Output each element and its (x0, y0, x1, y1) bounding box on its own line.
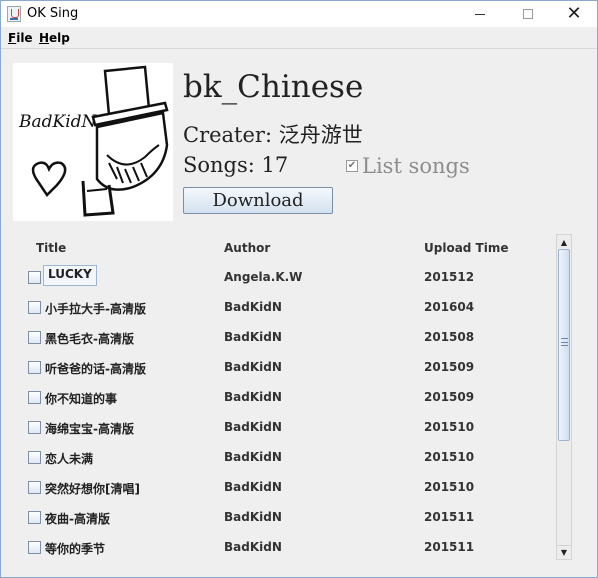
table-row[interactable]: 恋人未满 BadKidN 201510 (13, 443, 553, 473)
song-author: BadKidN (224, 450, 282, 464)
vertical-scrollbar[interactable]: ▲ ▼ (556, 234, 572, 560)
table-row[interactable]: 你不知道的事 BadKidN 201509 (13, 383, 553, 413)
song-author: BadKidN (224, 510, 282, 524)
song-title: 听爸爸的话-高清版 (45, 362, 146, 376)
song-title: 恋人未满 (45, 452, 94, 466)
table-row[interactable]: 海绵宝宝-高清版 BadKidN 201510 (13, 413, 553, 443)
title-bar[interactable]: OK Sing ✕ (1, 1, 597, 27)
table-row[interactable]: LUCKY Angela.K.W 201512 (13, 263, 553, 293)
scrollbar-thumb[interactable] (558, 249, 570, 441)
row-checkbox[interactable] (28, 511, 41, 524)
table-row[interactable]: 小手拉大手-高清版 BadKidN 201604 (13, 293, 553, 323)
song-upload-time: 201510 (424, 450, 475, 464)
column-header-upload-time[interactable]: Upload Time (424, 241, 509, 255)
row-checkbox[interactable] (28, 271, 41, 284)
song-upload-time: 201509 (424, 360, 475, 374)
menu-help-mnemonic: H (39, 31, 50, 45)
song-upload-time: 201508 (424, 330, 475, 344)
table-row[interactable]: 突然好想你[清唱] BadKidN 201510 (13, 473, 553, 503)
scroll-down-arrow-icon[interactable]: ▼ (557, 545, 571, 559)
song-title: LUCKY (43, 265, 97, 286)
scrollbar-grip-icon (561, 338, 568, 346)
row-checkbox[interactable] (28, 361, 41, 374)
list-songs-label: List songs (362, 154, 470, 178)
menu-bar: File Help (1, 27, 597, 49)
song-author: BadKidN (224, 390, 282, 404)
song-author: BadKidN (224, 420, 282, 434)
song-title: 你不知道的事 (45, 392, 118, 406)
playlist-song-count: Songs: 17 (183, 153, 289, 177)
table-row[interactable]: 夜曲-高清版 BadKidN 201511 (13, 503, 553, 533)
playlist-name: bk_Chinese (183, 69, 364, 105)
column-header-author[interactable]: Author (224, 241, 270, 255)
table-row[interactable]: 听爸爸的话-高清版 BadKidN 201509 (13, 353, 553, 383)
close-icon: ✕ (566, 3, 582, 24)
song-author: BadKidN (224, 360, 282, 374)
song-author: Angela.K.W (224, 270, 303, 284)
menu-file-mnemonic: F (8, 31, 17, 45)
song-upload-time: 201509 (424, 390, 475, 404)
song-title: 突然好想你[清唱] (45, 482, 140, 496)
song-upload-time: 201511 (424, 510, 475, 524)
song-upload-time: 201512 (424, 270, 475, 284)
song-author: BadKidN (224, 480, 282, 494)
close-button[interactable]: ✕ (551, 1, 597, 27)
minimize-icon (475, 13, 485, 15)
playlist-cover-image: BadKidN (13, 63, 173, 221)
song-upload-time: 201510 (424, 480, 475, 494)
song-upload-time: 201510 (424, 420, 475, 434)
song-author: BadKidN (224, 300, 282, 314)
row-checkbox[interactable] (28, 541, 41, 554)
song-title: 小手拉大手-高清版 (45, 302, 146, 316)
playlist-creator: Creater: 泛舟游世 (183, 123, 363, 147)
minimize-button[interactable] (457, 1, 503, 27)
table-row[interactable]: 黑色毛衣-高清版 BadKidN 201508 (13, 323, 553, 353)
row-checkbox[interactable] (28, 421, 41, 434)
song-author: BadKidN (224, 540, 282, 554)
song-table: Title Author Upload Time LUCKY Angela.K.… (13, 233, 585, 563)
row-checkbox[interactable] (28, 391, 41, 404)
window-title: OK Sing (27, 6, 79, 21)
row-checkbox[interactable] (28, 451, 41, 464)
song-upload-time: 201604 (424, 300, 475, 314)
song-upload-time: 201511 (424, 540, 475, 554)
java-app-icon (7, 6, 21, 22)
app-window: OK Sing ✕ File Help BadKidN bk_Chinese C… (0, 0, 598, 578)
checkbox-checked-icon[interactable]: ✔ (346, 160, 358, 172)
menu-help-label: elp (49, 31, 70, 45)
row-checkbox[interactable] (28, 331, 41, 344)
list-songs-checkbox[interactable]: ✔ List songs (346, 154, 470, 178)
column-header-title[interactable]: Title (36, 241, 66, 255)
scroll-up-arrow-icon[interactable]: ▲ (557, 235, 571, 249)
song-title: 等你的季节 (45, 542, 106, 556)
maximize-icon (523, 9, 533, 19)
maximize-button[interactable] (505, 1, 551, 27)
song-title: 海绵宝宝-高清版 (45, 422, 134, 436)
row-checkbox[interactable] (28, 481, 41, 494)
row-checkbox[interactable] (28, 301, 41, 314)
menu-file-label: ile (16, 31, 33, 45)
menu-file[interactable]: File (8, 31, 33, 45)
menu-help[interactable]: Help (39, 31, 70, 45)
table-row[interactable]: 等你的季节 BadKidN 201511 (13, 533, 553, 563)
song-title: 黑色毛衣-高清版 (45, 332, 134, 346)
download-button[interactable]: Download (183, 187, 333, 214)
song-author: BadKidN (224, 330, 282, 344)
cover-text: BadKidN (18, 112, 98, 132)
song-title: 夜曲-高清版 (45, 512, 110, 526)
